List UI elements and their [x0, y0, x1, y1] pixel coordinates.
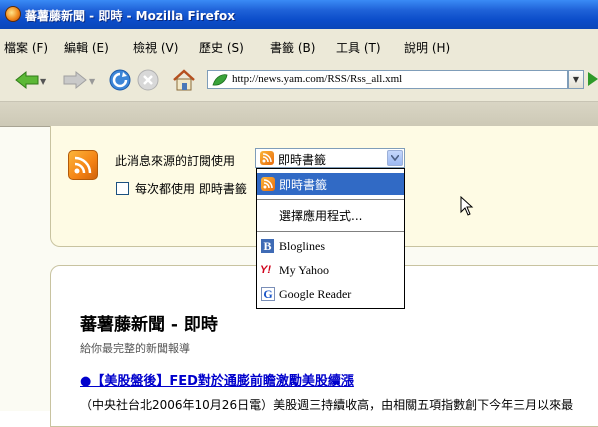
always-use-label: 每次都使用 即時書籤 — [135, 182, 247, 196]
go-arrow-icon[interactable] — [588, 72, 598, 86]
url-history-dropdown-button[interactable]: ▼ — [568, 70, 584, 89]
dropdown-option-label: My Yahoo — [279, 263, 330, 277]
url-text[interactable]: http://news.yam.com/RSS/Rss_all.xml — [232, 73, 402, 85]
dropdown-option-label: Google Reader — [279, 287, 352, 301]
menu-view[interactable]: 檢視 (V) — [133, 39, 178, 56]
back-history-dropdown-icon[interactable]: ▼ — [40, 77, 46, 86]
dropdown-option-my-yahoo[interactable]: Y! My Yahoo — [257, 260, 404, 282]
dropdown-option-label: 即時書籤 — [279, 178, 328, 192]
dropdown-option-live-bookmark[interactable]: 即時書籤 — [257, 173, 404, 195]
firefox-logo-icon — [5, 6, 21, 22]
mouse-cursor-icon — [460, 195, 474, 219]
feed-item-link[interactable]: ●【美股盤後】FED對於通膨前瞻激勵美股續漲 — [80, 370, 354, 389]
window-title-bar[interactable]: 蕃薯藤新聞 - 即時 - Mozilla Firefox — [0, 0, 598, 29]
feed-item-summary: （中央社台北2006年10月26日電）美股週三持續收高，由相關五項指數創下今年三… — [80, 398, 574, 412]
feed-reader-dropdown: 即時書籤 選擇應用程式... B Bloglines Y! My Yahoo G… — [256, 168, 405, 309]
window-title: 蕃薯藤新聞 - 即時 - Mozilla Firefox — [25, 9, 236, 23]
feed-reader-select[interactable]: 即時書籤 — [255, 148, 405, 168]
menu-file[interactable]: 檔案 (F) — [4, 39, 48, 56]
dropdown-option-choose-application[interactable]: 選擇應用程式... — [257, 204, 404, 226]
google-icon: G — [261, 287, 275, 301]
tab-strip — [0, 102, 598, 127]
menu-help[interactable]: 說明 (H) — [404, 39, 450, 56]
forward-history-dropdown-icon[interactable]: ▼ — [89, 77, 95, 86]
back-arrow-icon[interactable] — [14, 70, 40, 93]
bloglines-icon: B — [261, 239, 274, 253]
rss-icon — [261, 177, 275, 191]
always-use-checkbox[interactable] — [116, 182, 129, 195]
reload-icon[interactable] — [108, 68, 132, 95]
feed-title: 蕃薯藤新聞 - 即時 — [80, 315, 218, 335]
menu-bookmarks[interactable]: 書籤 (B) — [270, 39, 315, 56]
dropdown-separator — [257, 231, 404, 232]
home-icon[interactable] — [171, 68, 197, 95]
site-favicon-icon — [212, 74, 228, 86]
menu-history[interactable]: 歷史 (S) — [199, 39, 244, 56]
chevron-down-icon[interactable] — [387, 150, 403, 166]
dropdown-separator — [257, 199, 404, 200]
menu-edit[interactable]: 編輯 (E) — [64, 39, 109, 56]
feed-subtitle: 給你最完整的新聞報導 — [80, 342, 190, 355]
menu-tools[interactable]: 工具 (T) — [336, 39, 381, 56]
stop-icon[interactable] — [137, 69, 159, 94]
menu-bar: 檔案 (F) 編輯 (E) 檢視 (V) 歷史 (S) 書籤 (B) 工具 (T… — [0, 29, 598, 61]
rss-feed-icon — [68, 150, 98, 180]
dropdown-option-label: 選擇應用程式... — [279, 209, 363, 223]
forward-arrow-icon[interactable] — [62, 70, 88, 93]
rss-icon — [260, 151, 274, 165]
dropdown-option-bloglines[interactable]: B Bloglines — [257, 236, 404, 258]
subscribe-using-label: 此消息來源的訂閱使用 — [115, 154, 236, 168]
dropdown-option-label: Bloglines — [279, 239, 326, 253]
url-bar[interactable]: http://news.yam.com/RSS/Rss_all.xml — [207, 70, 568, 89]
dropdown-option-google-reader[interactable]: G Google Reader — [257, 284, 404, 306]
feed-reader-selected: 即時書籤 — [278, 153, 327, 167]
yahoo-icon: Y! — [260, 264, 271, 276]
